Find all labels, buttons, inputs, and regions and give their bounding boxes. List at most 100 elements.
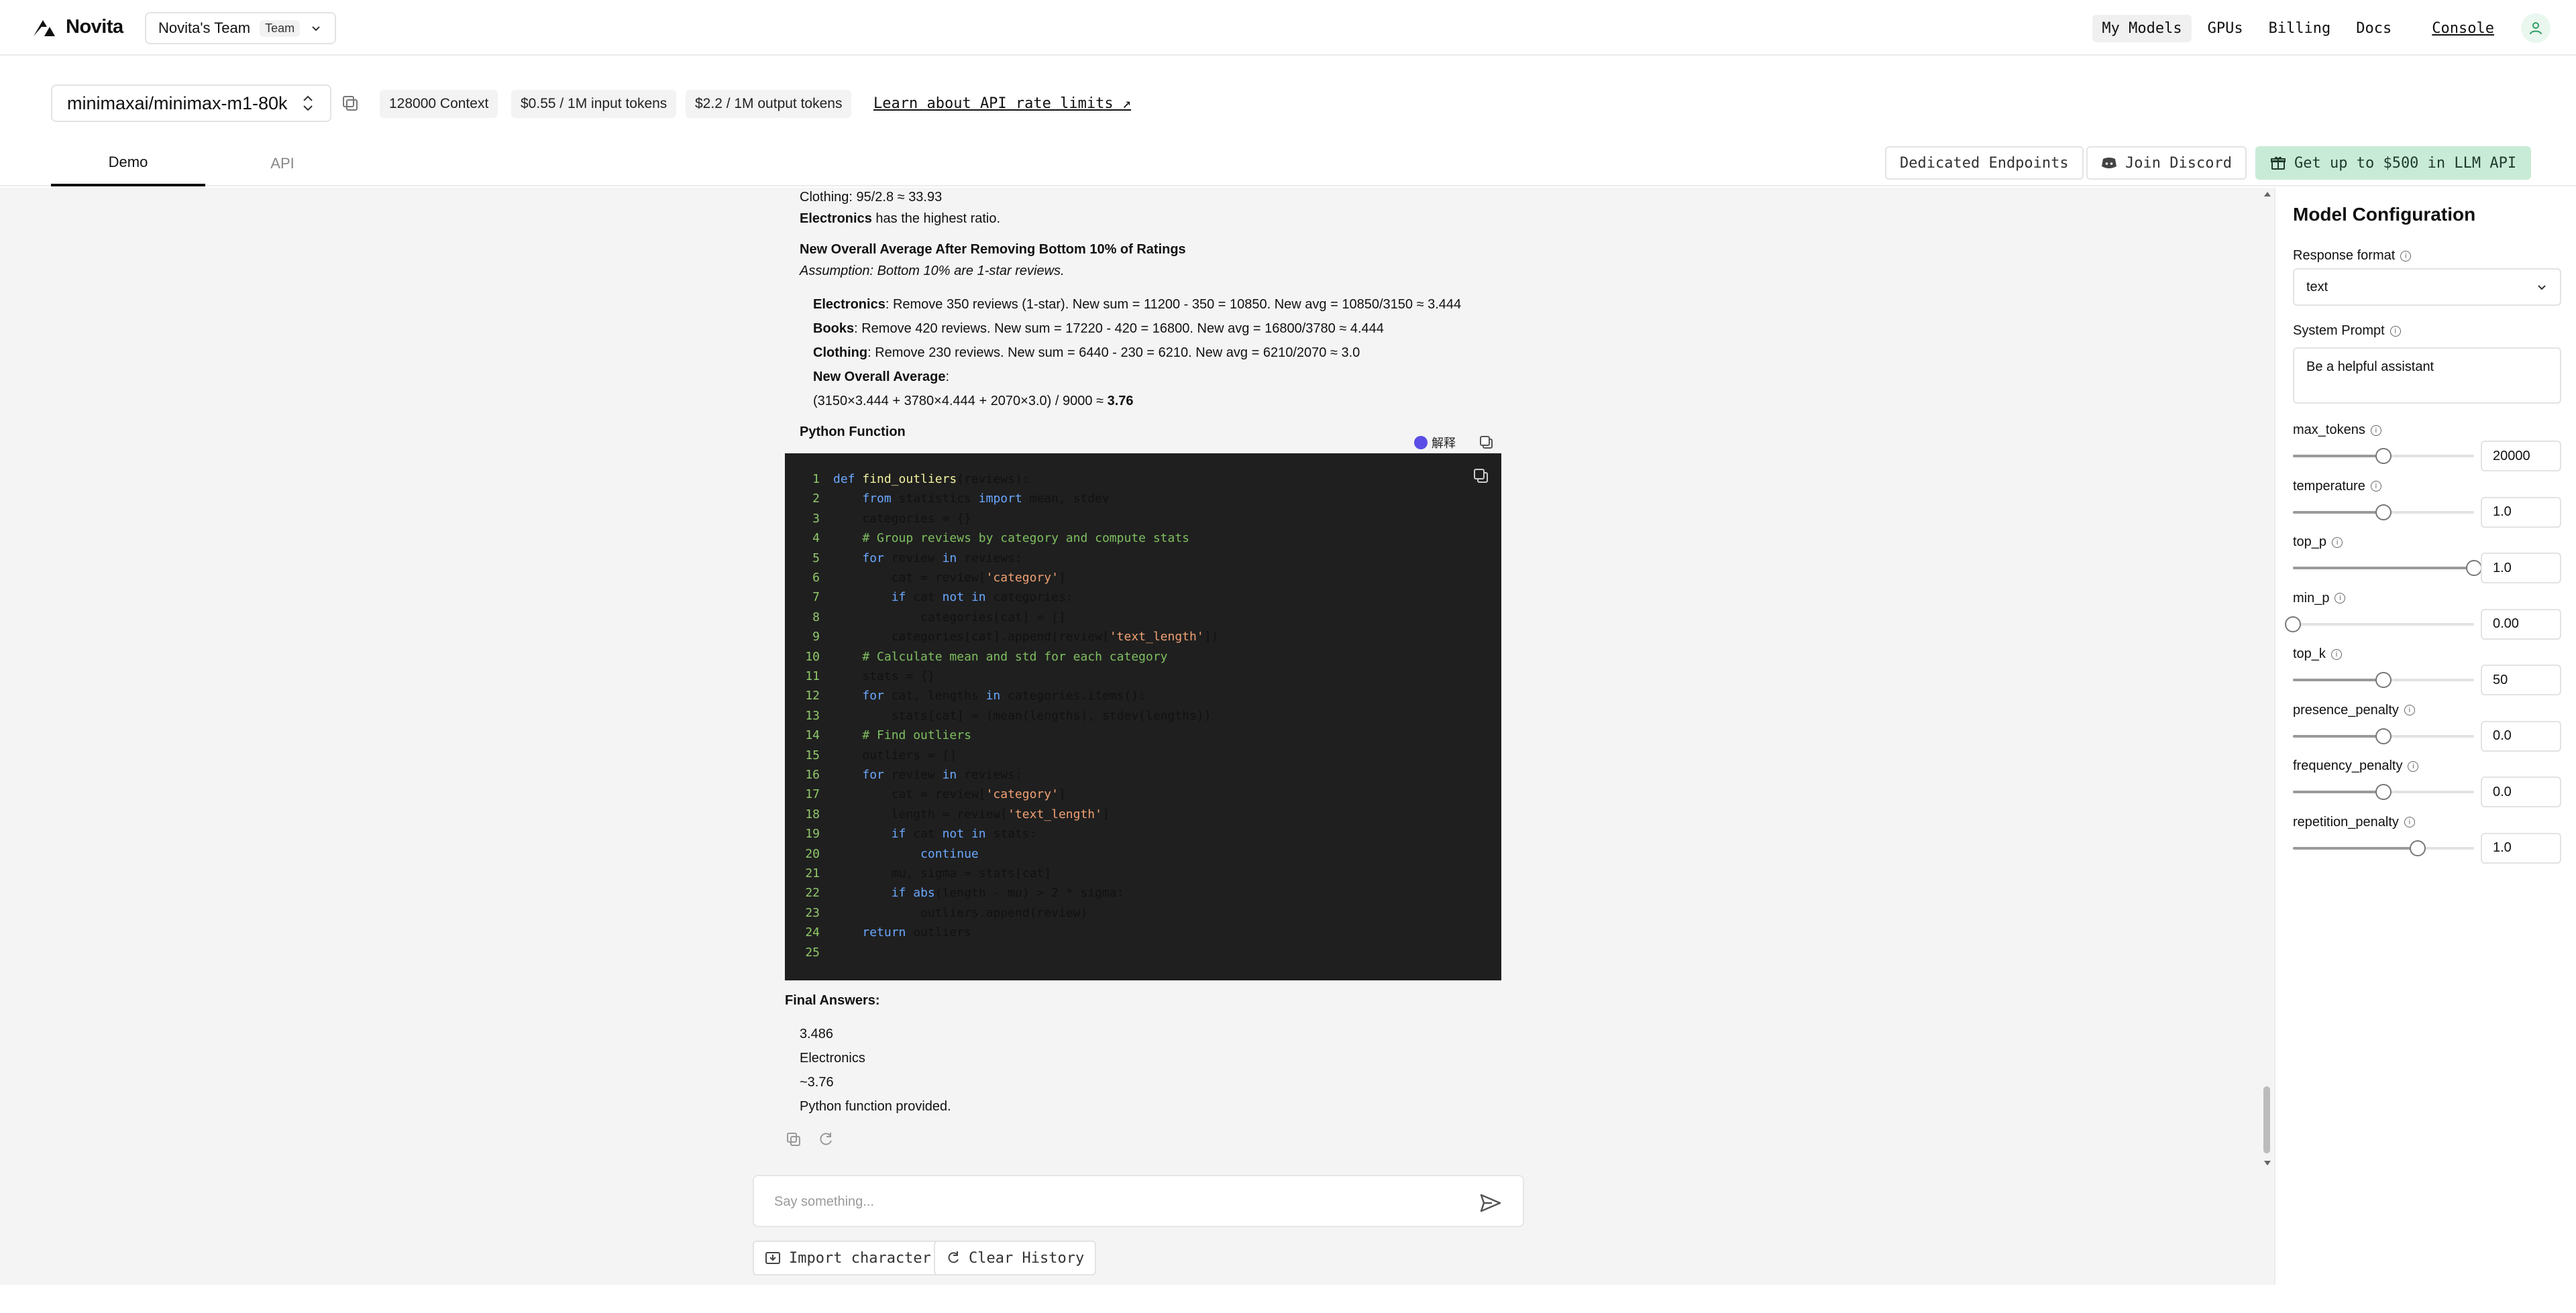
info-icon[interactable]: i (2332, 536, 2343, 548)
info-icon[interactable]: i (2370, 481, 2381, 492)
response-format-value: text (2306, 279, 2328, 294)
scroll-down-arrow[interactable] (2262, 1157, 2273, 1168)
join-discord-button[interactable]: Join Discord (2086, 146, 2247, 180)
rate-limits-link[interactable]: Learn about API rate limits ↗ (873, 95, 1131, 112)
code-line: 17 cat = review['category'] (805, 787, 1066, 802)
info-icon[interactable]: i (2400, 250, 2412, 262)
tabs-row: Demo API Dedicated Endpoints Join Discor… (0, 141, 2576, 186)
param-slider-repetition-penalty[interactable] (2293, 840, 2474, 856)
param-slider-frequency-penalty[interactable] (2293, 784, 2474, 800)
send-icon[interactable] (1479, 1191, 1503, 1215)
model-selector[interactable]: minimaxai/minimax-m1-80k (51, 84, 331, 122)
code-line: 1 def find_outliers(reviews): (812, 472, 1030, 486)
user-icon (2530, 22, 2542, 35)
team-selector[interactable]: Novita's Team Team (145, 12, 337, 44)
chat-list-item: Clothing: Remove 230 reviews. New sum = … (813, 345, 1360, 360)
model-info-row: minimaxai/minimax-m1-80k 128000 Context … (0, 80, 2576, 126)
chevron-down-icon (2538, 285, 2546, 290)
chat-subheading: Python Function (800, 424, 906, 439)
code-line: 22 if abs(length - mu) > 2 * sigma: (805, 886, 1124, 901)
code-line: 20 continue (805, 846, 979, 861)
param-value-max-tokens[interactable]: 20000 (2481, 441, 2561, 471)
user-avatar[interactable] (2521, 13, 2551, 43)
info-icon[interactable]: i (2330, 648, 2342, 660)
code-line: 25 (805, 945, 820, 960)
dedicated-endpoints-label: Dedicated Endpoints (1900, 154, 2069, 172)
info-icon[interactable]: i (2390, 325, 2401, 337)
param-value-repetition-penalty[interactable]: 1.0 (2481, 832, 2561, 864)
context-chip: 128000 Context (380, 90, 498, 118)
param-slider-max-tokens[interactable] (2293, 448, 2474, 464)
nav-billing[interactable]: Billing (2259, 15, 2341, 42)
clear-history-button[interactable]: Clear History (934, 1241, 1097, 1275)
discord-icon (2102, 158, 2116, 168)
explain-button[interactable]: 解释 (1414, 433, 1456, 452)
param-label-max-tokens: max_tokens i (2293, 422, 2381, 438)
team-name: Novita's Team (158, 19, 251, 36)
code-line: 10 # Calculate mean and std for each cat… (805, 649, 1168, 664)
model-configuration-panel: Model Configuration Response format i te… (2274, 188, 2576, 1285)
code-line: 16 for review in reviews: (805, 768, 1022, 782)
copy-message-icon[interactable] (785, 1131, 802, 1148)
param-label-presence-penalty: presence_penalty i (2293, 703, 2415, 718)
info-icon[interactable]: i (2408, 760, 2419, 772)
chat-text-line: Clothing: 95/2.8 ≈ 33.93 (800, 190, 943, 205)
model-name: minimaxai/minimax-m1-80k (67, 93, 288, 113)
code-line: 24 return outliers (805, 925, 971, 940)
brand-logo[interactable]: Novita (32, 16, 123, 38)
copy-icon[interactable] (1479, 435, 1495, 451)
system-prompt-label: System Prompt i (2293, 323, 2401, 339)
param-value-top-p[interactable]: 1.0 (2481, 553, 2561, 583)
response-format-label: Response format i (2293, 248, 2412, 264)
top-navbar: Novita Novita's Team Team My Models GPUs… (0, 0, 2576, 56)
regenerate-icon[interactable] (817, 1131, 835, 1148)
param-slider-top-p[interactable] (2293, 560, 2482, 576)
code-line: 18 length = review['text_length'] (805, 807, 1110, 821)
chat-input-box (753, 1175, 1524, 1227)
dedicated-endpoints-button[interactable]: Dedicated Endpoints (1885, 146, 2084, 180)
nav-docs[interactable]: Docs (2347, 15, 2401, 42)
code-copy-icon[interactable] (1472, 467, 1491, 486)
promo-button[interactable]: Get up to $500 in LLM API (2255, 146, 2532, 180)
join-discord-label: Join Discord (2125, 154, 2232, 172)
code-line: 3 categories = {} (812, 511, 971, 526)
nav-gpus[interactable]: GPUs (2198, 15, 2253, 42)
final-answers-heading: Final Answers: (785, 993, 880, 1008)
param-slider-presence-penalty[interactable] (2293, 728, 2474, 744)
code-line: 4 # Group reviews by category and comput… (812, 531, 1190, 546)
chat-scrollbar-thumb[interactable] (2263, 1086, 2270, 1153)
tab-demo[interactable]: Demo (51, 141, 205, 186)
scroll-up-arrow[interactable] (2262, 189, 2273, 200)
import-icon (765, 1252, 780, 1264)
param-label-temperature: temperature i (2293, 479, 2381, 494)
system-prompt-input[interactable]: Be a helpful assistant (2293, 347, 2561, 404)
param-slider-min-p[interactable] (2285, 616, 2474, 632)
chat-input[interactable] (774, 1190, 1445, 1214)
code-line: 12 for cat, lengths in categories.items(… (805, 689, 1146, 703)
code-line: 5 for review in reviews: (812, 551, 1022, 565)
info-icon[interactable]: i (2404, 817, 2415, 827)
param-slider-temperature[interactable] (2293, 504, 2474, 520)
info-icon[interactable]: i (2404, 705, 2415, 716)
nav-my-models[interactable]: My Models (2092, 14, 2192, 42)
chat-list-item: Books: Remove 420 reviews. New sum = 172… (813, 321, 1384, 336)
nav-console[interactable]: Console (2432, 20, 2494, 37)
param-slider-top-k[interactable] (2293, 672, 2474, 688)
param-value-top-k[interactable]: 50 (2481, 665, 2561, 695)
tab-api[interactable]: API (205, 141, 360, 186)
novita-logo-icon (34, 19, 55, 36)
code-line: 2 from statistics import mean, stdev (812, 492, 1110, 506)
param-value-min-p[interactable]: 0.00 (2481, 608, 2561, 640)
import-character-button[interactable]: Import character (753, 1241, 943, 1275)
param-label-repetition-penalty: repetition_penalty i (2293, 815, 2415, 830)
info-icon[interactable]: i (2370, 424, 2381, 436)
param-label-top-p: top_p i (2293, 534, 2343, 550)
clear-history-label: Clear History (969, 1249, 1085, 1267)
param-value-frequency-penalty[interactable]: 0.0 (2481, 777, 2561, 807)
param-value-presence-penalty[interactable]: 0.0 (2481, 720, 2561, 752)
code-line: 7 if cat not in categories: (812, 590, 1073, 605)
info-icon[interactable]: i (2334, 593, 2346, 604)
response-format-select[interactable]: text (2293, 268, 2561, 306)
param-value-temperature[interactable]: 1.0 (2481, 496, 2561, 528)
copy-model-icon[interactable] (341, 94, 361, 114)
